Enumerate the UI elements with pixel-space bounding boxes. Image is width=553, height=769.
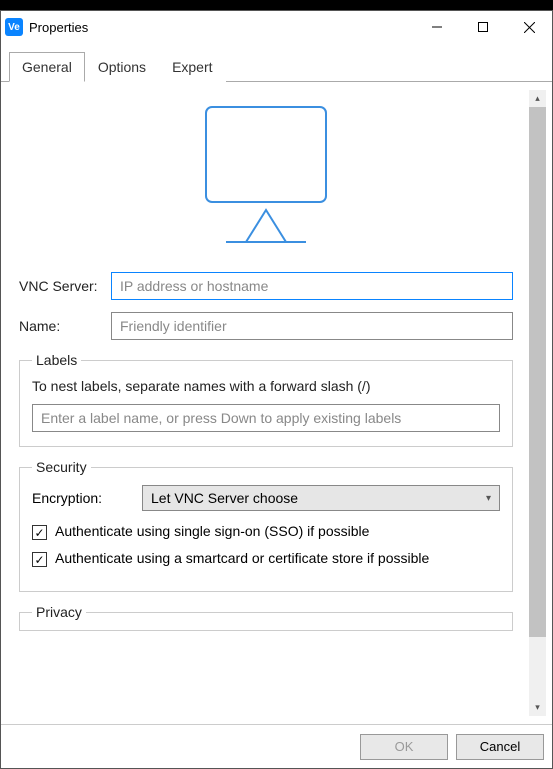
scroll-up-icon[interactable]: ▴ xyxy=(529,90,546,107)
window-title: Properties xyxy=(29,20,414,35)
security-group: Security Encryption: Let VNC Server choo… xyxy=(19,459,513,592)
tab-content: VNC Server: Name: Labels To nest labels,… xyxy=(9,82,529,724)
smartcard-checkbox[interactable]: ✓ xyxy=(32,552,47,567)
privacy-group: Privacy xyxy=(19,604,513,631)
name-input[interactable] xyxy=(111,312,513,340)
window-controls xyxy=(414,11,552,43)
labels-hint: To nest labels, separate names with a fo… xyxy=(32,378,500,394)
smartcard-label: Authenticate using a smartcard or certif… xyxy=(55,550,429,566)
titlebar: Ve Properties xyxy=(1,11,552,43)
vnc-server-input[interactable] xyxy=(111,272,513,300)
scroll-down-icon[interactable]: ▾ xyxy=(529,699,546,716)
cancel-button[interactable]: Cancel xyxy=(456,734,544,760)
name-label: Name: xyxy=(19,318,111,334)
labels-input[interactable] xyxy=(32,404,500,432)
vnc-server-label: VNC Server: xyxy=(19,278,111,294)
dialog-footer: OK Cancel xyxy=(1,724,552,768)
encryption-label: Encryption: xyxy=(32,490,142,506)
privacy-legend: Privacy xyxy=(32,604,86,620)
sso-checkbox[interactable]: ✓ xyxy=(32,525,47,540)
minimize-button[interactable] xyxy=(414,11,460,43)
scroll-thumb[interactable] xyxy=(529,107,546,637)
tab-options[interactable]: Options xyxy=(85,52,159,82)
monitor-icon xyxy=(19,92,513,272)
app-icon: Ve xyxy=(5,18,23,36)
chevron-down-icon: ▾ xyxy=(486,493,491,504)
labels-group: Labels To nest labels, separate names wi… xyxy=(19,352,513,447)
encryption-value: Let VNC Server choose xyxy=(151,490,298,506)
sso-label: Authenticate using single sign-on (SSO) … xyxy=(55,523,369,539)
vertical-scrollbar[interactable]: ▴ ▾ xyxy=(529,90,546,716)
ok-button[interactable]: OK xyxy=(360,734,448,760)
encryption-dropdown[interactable]: Let VNC Server choose ▾ xyxy=(142,485,500,511)
maximize-button[interactable] xyxy=(460,11,506,43)
tab-general[interactable]: General xyxy=(9,52,85,82)
close-button[interactable] xyxy=(506,11,552,43)
tab-expert[interactable]: Expert xyxy=(159,52,225,82)
properties-window: Ve Properties General Options Expert xyxy=(0,10,553,769)
security-legend: Security xyxy=(32,459,91,475)
tab-bar: General Options Expert xyxy=(1,43,552,82)
labels-legend: Labels xyxy=(32,352,81,368)
